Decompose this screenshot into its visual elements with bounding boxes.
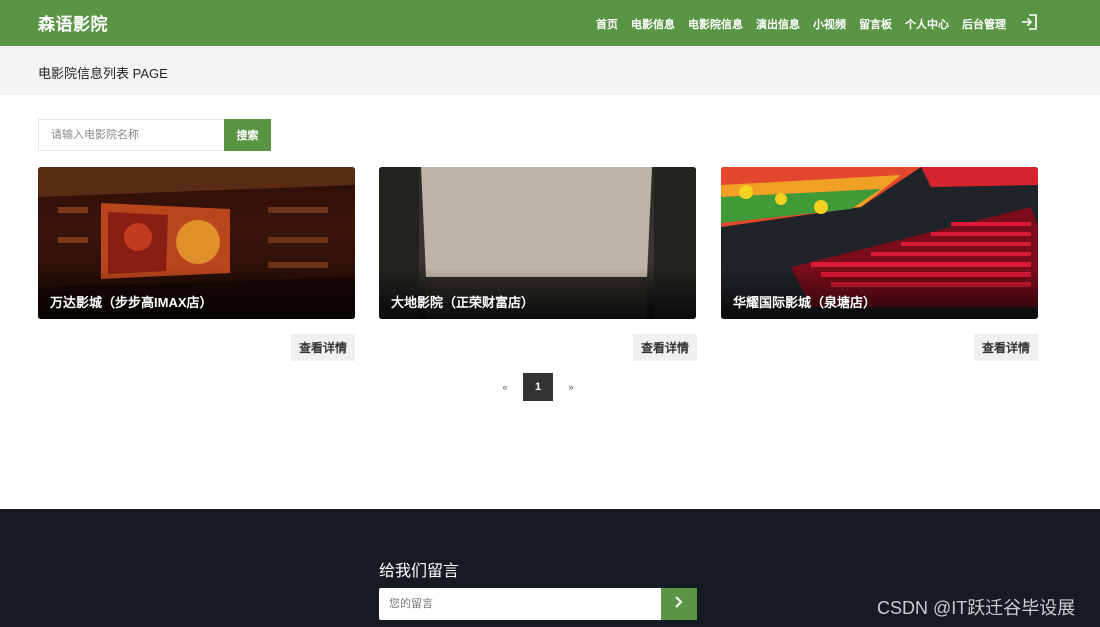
site-logo[interactable]: 森语影院 [38, 10, 108, 35]
cinema-card[interactable]: 华耀国际影城（泉塘店） [721, 167, 1038, 319]
cinema-name: 大地影院（正荣财富店） [391, 295, 535, 310]
nav-message-board[interactable]: 留言板 [859, 16, 892, 32]
nav-shows[interactable]: 演出信息 [756, 16, 800, 32]
chevron-right-icon [675, 596, 683, 608]
nav-cinemas[interactable]: 电影院信息 [688, 16, 743, 32]
message-submit-button[interactable] [661, 588, 697, 620]
view-details-button[interactable]: 查看详情 [974, 334, 1038, 361]
pagination-next[interactable]: » [563, 373, 579, 401]
page-title-bar: 电影院信息列表 PAGE [0, 46, 1100, 95]
cinema-card[interactable]: 大地影院（正荣财富店） [379, 167, 696, 319]
footer-message-title: 给我们留言 [379, 563, 460, 580]
pagination-page-current[interactable]: 1 [523, 373, 553, 401]
cinema-name: 华耀国际影城（泉塘店） [733, 295, 877, 310]
page-title: 电影院信息列表 PAGE [38, 66, 168, 81]
footer: 给我们留言 CSDN @IT跃迁谷毕设展 [0, 509, 1100, 627]
view-details-button[interactable]: 查看详情 [291, 334, 355, 361]
nav-admin[interactable]: 后台管理 [962, 16, 1006, 32]
cinema-card[interactable]: 万达影城（步步高IMAX店） [38, 167, 355, 319]
view-details-button[interactable]: 查看详情 [633, 334, 697, 361]
message-input[interactable] [379, 588, 661, 620]
nav-home[interactable]: 首页 [596, 16, 618, 32]
nav-movies[interactable]: 电影信息 [631, 16, 675, 32]
cinema-search-input[interactable] [38, 119, 224, 151]
main-nav: 首页 电影信息 电影院信息 演出信息 小视频 留言板 个人中心 后台管理 [583, 16, 1006, 32]
watermark-text: CSDN @IT跃迁谷毕设展 [877, 598, 1076, 618]
nav-profile[interactable]: 个人中心 [905, 16, 949, 32]
logout-icon[interactable] [1020, 13, 1038, 31]
pagination-prev[interactable]: « [497, 373, 513, 401]
nav-videos[interactable]: 小视频 [813, 16, 846, 32]
search-button[interactable]: 搜索 [224, 119, 271, 151]
cinema-name: 万达影城（步步高IMAX店） [50, 295, 213, 310]
top-navbar: 森语影院 首页 电影信息 电影院信息 演出信息 小视频 留言板 个人中心 后台管… [0, 0, 1100, 46]
